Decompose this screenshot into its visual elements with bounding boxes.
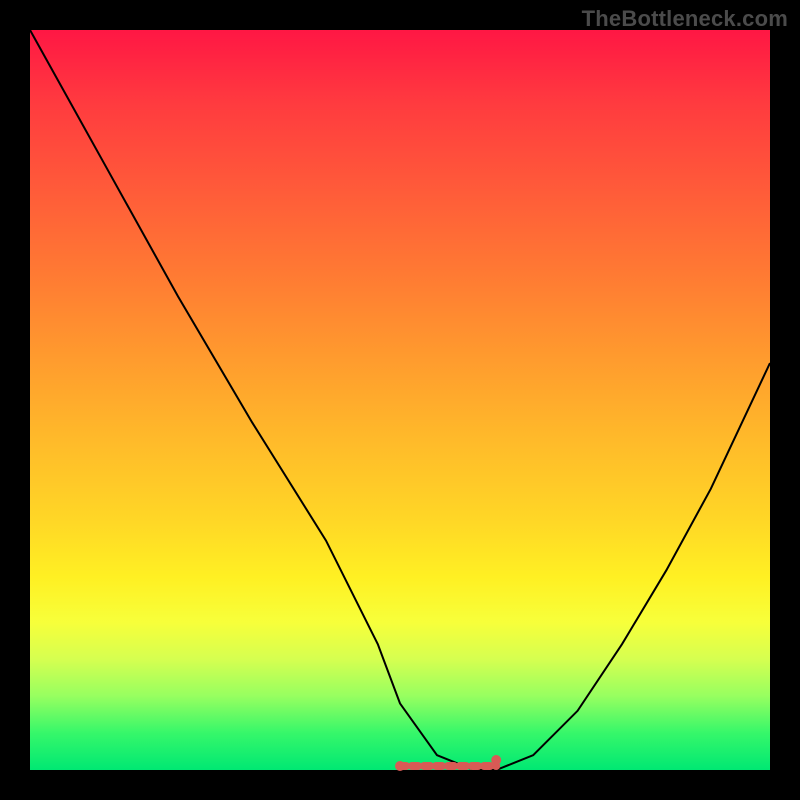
optimal-band-dot-left (395, 761, 405, 771)
optimal-band-dot-right (491, 755, 501, 765)
chart-svg (30, 30, 770, 770)
bottleneck-curve (30, 30, 770, 770)
plot-area (30, 30, 770, 770)
chart-frame: TheBottleneck.com (0, 0, 800, 800)
watermark-text: TheBottleneck.com (582, 6, 788, 32)
